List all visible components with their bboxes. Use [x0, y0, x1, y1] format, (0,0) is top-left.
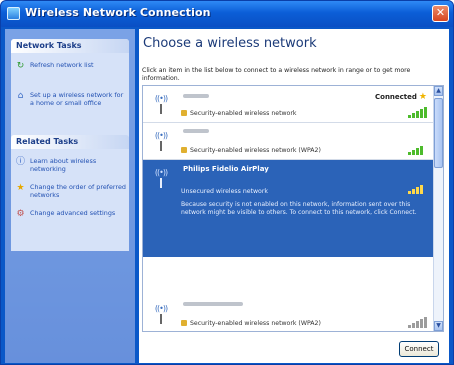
wireless-antenna-icon: ((•)): [149, 131, 173, 151]
sidebar: Network Tasks ↻ Refresh network list ⌂ S…: [5, 29, 135, 363]
scroll-thumb[interactable]: [434, 98, 443, 168]
security-label: Unsecured wireless network: [181, 188, 268, 195]
lock-icon: [181, 147, 187, 153]
refresh-icon: ↻: [16, 61, 25, 71]
related-tasks-panel: Related Tasks ⓘ Learn about wireless net…: [11, 135, 129, 251]
network-row[interactable]: ((•)) Connected ★ Security-enabled wirele…: [143, 86, 435, 123]
change-advanced-settings-label: Change advanced settings: [30, 209, 116, 217]
security-label: Security-enabled wireless network: [181, 110, 296, 117]
signal-strength-icon: [408, 316, 428, 328]
settings-icon: ⚙: [16, 209, 25, 219]
scroll-down-icon[interactable]: ▼: [434, 321, 443, 331]
title-bar[interactable]: Wireless Network Connection ✕: [1, 1, 453, 27]
network-row[interactable]: ((•)) Security-enabled wireless network …: [143, 123, 435, 160]
connect-button[interactable]: Connect: [399, 341, 439, 357]
setup-wireless-network-label: Set up a wireless network for a home or …: [30, 91, 124, 107]
network-name-redacted: [183, 129, 209, 133]
star-icon: ★: [418, 92, 427, 102]
wireless-antenna-icon: ((•)): [149, 304, 173, 324]
wireless-antenna-icon: ((•)): [149, 94, 173, 114]
learn-wireless-label: Learn about wireless networking: [30, 157, 97, 173]
window-title: Wireless Network Connection: [25, 6, 211, 19]
security-label: Security-enabled wireless network (WPA2): [181, 320, 321, 327]
signal-strength-icon: [408, 143, 428, 155]
network-tasks-header: Network Tasks: [11, 39, 129, 53]
network-list-scrollbar[interactable]: ▲ ▼: [433, 86, 443, 331]
network-row[interactable]: ((•)) Security-enabled wireless network …: [143, 296, 435, 331]
info-icon: ⓘ: [15, 157, 25, 167]
network-name-redacted: [183, 94, 209, 98]
wireless-antenna-icon: ((•)): [149, 168, 173, 188]
change-order-label: Change the order of preferred networks: [30, 183, 126, 199]
connection-status: Connected ★: [375, 92, 427, 102]
intro-text: Click an item in the list below to conne…: [142, 67, 411, 82]
star-icon: ★: [16, 183, 25, 193]
network-name: Philips Fidelio AirPlay: [183, 165, 269, 173]
wireless-connection-window: Wireless Network Connection ✕ Network Ta…: [0, 0, 454, 365]
close-button[interactable]: ✕: [432, 5, 449, 22]
scroll-up-icon[interactable]: ▲: [434, 86, 443, 96]
security-label: Security-enabled wireless network (WPA2): [181, 147, 321, 154]
lock-icon: [181, 110, 187, 116]
wireless-setup-icon: ⌂: [17, 91, 24, 101]
lock-icon: [181, 320, 187, 326]
security-warning-text: Because security is not enabled on this …: [181, 201, 417, 216]
network-row-selected[interactable]: ((•)) Philips Fidelio AirPlay Unsecured …: [143, 160, 435, 257]
signal-strength-icon: [408, 182, 428, 194]
signal-strength-icon: [408, 106, 428, 118]
refresh-network-list-label: Refresh network list: [30, 61, 94, 69]
wireless-window-icon: [7, 7, 20, 20]
page-title: Choose a wireless network: [143, 36, 317, 51]
related-tasks-header: Related Tasks: [11, 135, 129, 149]
network-tasks-panel: Network Tasks ↻ Refresh network list ⌂ S…: [11, 39, 129, 137]
network-list[interactable]: ((•)) Connected ★ Security-enabled wirele…: [142, 85, 444, 332]
main-panel: Choose a wireless network Click an item …: [139, 29, 449, 363]
network-name-redacted: [183, 302, 243, 306]
